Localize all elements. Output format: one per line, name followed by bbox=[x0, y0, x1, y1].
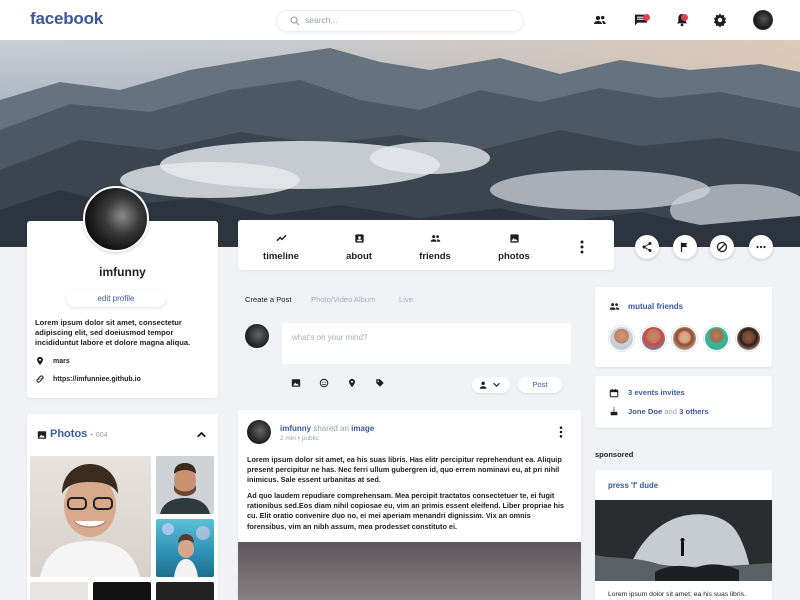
friend-avatar[interactable] bbox=[641, 326, 666, 351]
post-more-icon[interactable] bbox=[557, 426, 565, 438]
tab-friends[interactable]: friends bbox=[405, 233, 465, 264]
composer-avatar bbox=[245, 324, 269, 348]
photo-thumbnail[interactable] bbox=[156, 582, 214, 600]
search-input[interactable]: search... bbox=[276, 10, 524, 32]
birthday-name[interactable]: Jone Doe bbox=[628, 407, 662, 416]
birthday-conjunction: and bbox=[664, 407, 677, 416]
ad-image[interactable] bbox=[595, 500, 772, 581]
search-placeholder: search... bbox=[305, 15, 338, 25]
location-icon[interactable] bbox=[347, 378, 357, 388]
post-author-avatar[interactable] bbox=[247, 420, 271, 444]
sponsored-heading: sponsored bbox=[595, 450, 634, 459]
tab-about[interactable]: about bbox=[329, 233, 389, 264]
post-meta: 2 min • public bbox=[280, 435, 319, 442]
tab-create-post[interactable]: Create a Post bbox=[245, 295, 291, 304]
tag-icon[interactable] bbox=[375, 378, 385, 388]
friends-icon[interactable] bbox=[592, 12, 608, 28]
block-button[interactable] bbox=[710, 235, 734, 259]
photo-icon[interactable] bbox=[291, 378, 301, 388]
notifications-badge bbox=[681, 14, 688, 21]
facebook-logo[interactable]: facebook bbox=[30, 9, 103, 29]
post-image[interactable] bbox=[238, 542, 581, 600]
person-icon bbox=[479, 381, 487, 389]
share-button[interactable] bbox=[635, 235, 659, 259]
birthday-others[interactable]: 3 others bbox=[679, 407, 709, 416]
link-icon bbox=[36, 375, 44, 383]
tab-photo-video-album[interactable]: Photo/Video Album bbox=[311, 295, 375, 304]
post-action: shared an bbox=[313, 424, 349, 433]
tab-label: photos bbox=[498, 251, 530, 262]
block-icon bbox=[716, 241, 728, 253]
post-time: 2 min bbox=[280, 435, 296, 442]
more-horizontal-icon bbox=[756, 245, 766, 249]
photo-thumbnail[interactable] bbox=[156, 519, 214, 577]
birthday-row: Jone Doe and 3 others bbox=[628, 407, 709, 416]
post-author[interactable]: imfunny bbox=[280, 424, 311, 433]
user-avatar[interactable] bbox=[753, 10, 773, 30]
more-vertical-icon[interactable] bbox=[578, 240, 586, 254]
post-meta-separator: • bbox=[297, 435, 300, 442]
ad-text: Lorem ipsum dolor sit amet, ea his suas … bbox=[608, 591, 746, 598]
people-icon bbox=[609, 303, 620, 310]
messages-badge bbox=[643, 14, 650, 21]
post-object-link[interactable]: image bbox=[351, 424, 374, 433]
photo-thumbnail[interactable] bbox=[156, 456, 214, 514]
tab-photos[interactable]: photos bbox=[484, 233, 544, 264]
friend-avatar[interactable] bbox=[736, 326, 761, 351]
chevron-up-icon[interactable] bbox=[197, 431, 206, 438]
photo-thumbnail[interactable] bbox=[93, 582, 151, 600]
share-icon bbox=[642, 242, 652, 252]
post-composer-input[interactable]: what's on your mind? bbox=[281, 322, 572, 365]
photos-count: 604 bbox=[95, 432, 108, 439]
events-card bbox=[595, 376, 772, 428]
friend-avatar[interactable] bbox=[704, 326, 729, 351]
photos-title-text: Photos bbox=[50, 428, 88, 440]
friend-avatar[interactable] bbox=[609, 326, 634, 351]
cake-icon bbox=[610, 406, 618, 416]
edit-profile-button[interactable]: edit profile bbox=[66, 290, 166, 307]
friend-avatar[interactable] bbox=[672, 326, 697, 351]
profile-picture[interactable] bbox=[83, 186, 149, 252]
post-paragraph-2: Ad quo laudem repudiare comprehensam. Me… bbox=[247, 491, 565, 531]
tab-timeline[interactable]: timeline bbox=[251, 233, 311, 264]
search-icon bbox=[290, 16, 300, 26]
location-pin-icon bbox=[37, 356, 43, 366]
profile-username: imfunny bbox=[99, 265, 146, 279]
tab-label: about bbox=[346, 251, 372, 262]
more-options-button[interactable] bbox=[749, 235, 773, 259]
mutual-friends-title[interactable]: mutual friends bbox=[628, 302, 683, 311]
events-invites-link[interactable]: 3 events invites bbox=[628, 388, 685, 397]
photos-icon bbox=[37, 431, 47, 439]
image-icon bbox=[509, 234, 519, 243]
trending-icon bbox=[275, 234, 287, 242]
emoji-icon[interactable] bbox=[319, 378, 329, 388]
post-paragraph-1: Lorem ipsum dolor sit amet, ea his suas … bbox=[247, 455, 562, 485]
tab-live[interactable]: Live bbox=[399, 295, 413, 304]
report-button[interactable] bbox=[673, 235, 697, 259]
photos-separator: • bbox=[90, 432, 93, 439]
location-text: mars bbox=[53, 358, 70, 365]
post-button[interactable]: Post bbox=[518, 377, 562, 393]
tab-label: timeline bbox=[263, 251, 299, 262]
chevron-down-icon bbox=[493, 382, 500, 387]
post-header: imfunny shared an image bbox=[280, 424, 374, 433]
photos-title[interactable]: Photos • 604 bbox=[50, 428, 108, 440]
settings-icon[interactable] bbox=[712, 12, 728, 28]
photo-thumbnail[interactable] bbox=[30, 456, 151, 577]
tab-label: friends bbox=[419, 251, 451, 262]
website-link[interactable]: https://imfunniee.github.io bbox=[53, 376, 141, 383]
calendar-icon bbox=[609, 388, 619, 398]
contact-icon bbox=[354, 234, 364, 243]
audience-dropdown[interactable] bbox=[472, 377, 510, 393]
people-icon bbox=[430, 235, 440, 242]
ad-title[interactable]: press 'f' dude bbox=[608, 481, 658, 490]
flag-icon bbox=[680, 242, 687, 252]
photo-thumbnail[interactable] bbox=[30, 582, 88, 600]
profile-bio: Lorem ipsum dolor sit amet, consectetur … bbox=[35, 318, 191, 348]
post-visibility: public bbox=[301, 435, 319, 442]
